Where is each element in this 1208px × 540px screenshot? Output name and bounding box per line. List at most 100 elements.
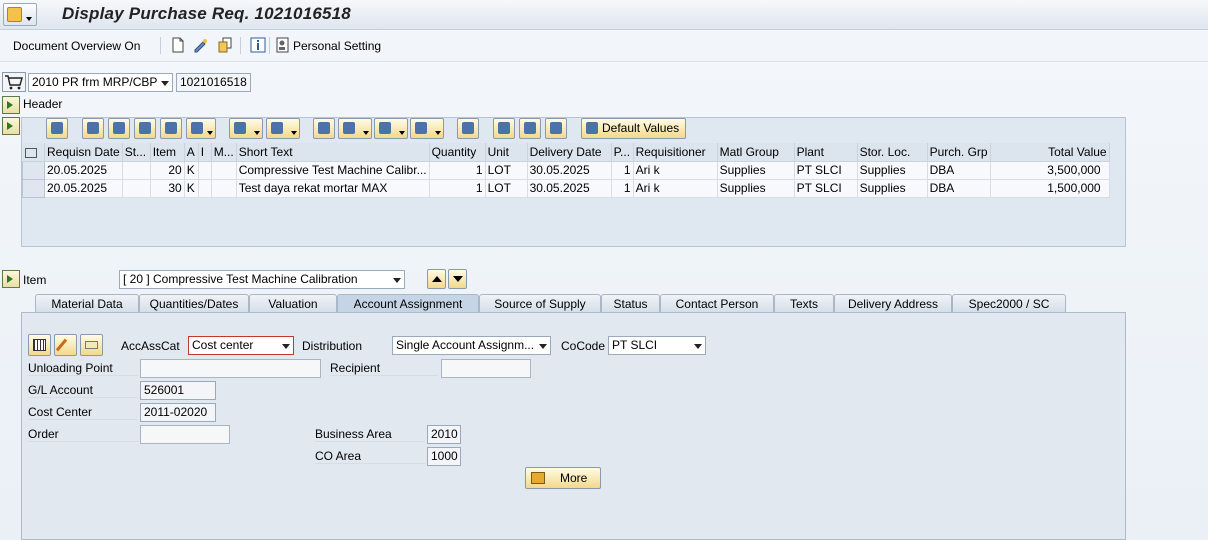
tab-spec2000[interactable]: Spec2000 / SC [952,294,1066,313]
pr-number-field[interactable]: 1021016518 [176,73,251,92]
column-header[interactable]: M... [211,143,237,162]
sort-descending-button[interactable] [108,118,130,139]
table-cell[interactable]: DBA [927,179,991,198]
table-cell[interactable]: 20 [150,161,185,180]
views-button[interactable] [338,118,372,139]
column-header[interactable]: Plant [794,143,858,162]
multiple-account-button[interactable] [28,334,51,356]
table-cell[interactable]: Compressive Test Machine Calibr... [236,161,430,180]
edit-account-button[interactable] [54,334,77,356]
sort-ascending-button[interactable] [82,118,104,139]
item-select[interactable]: [ 20 ] Compressive Test Machine Calibrat… [119,270,405,289]
column-header[interactable]: Matl Group [717,143,795,162]
table-cell[interactable] [198,161,212,180]
default-values-button[interactable]: Default Values [581,118,686,139]
tab-quantities-dates[interactable]: Quantities/Dates [139,294,249,313]
info-icon[interactable] [250,37,266,53]
find-next-button[interactable] [160,118,182,139]
column-header[interactable]: Requisitioner [633,143,718,162]
column-header[interactable]: Delivery Date [527,143,612,162]
table-cell[interactable]: PT SLCI [794,179,858,198]
column-header[interactable]: Item [150,143,185,162]
delete-row-button[interactable] [545,118,567,139]
table-cell[interactable] [122,179,151,198]
column-header[interactable]: Total Value [990,143,1110,162]
personal-setting-icon[interactable] [275,37,291,53]
tab-account-assignment[interactable]: Account Assignment [337,294,479,314]
column-header[interactable]: Short Text [236,143,430,162]
document-overview-button[interactable]: Document Overview On [13,39,140,53]
table-cell[interactable]: DBA [927,161,991,180]
table-cell[interactable]: LOT [485,161,528,180]
table-cell[interactable]: 1 [429,179,486,198]
table-cell[interactable]: Ari k [633,179,718,198]
edit-display-icon[interactable] [193,37,209,53]
table-cell[interactable]: Supplies [717,179,795,198]
column-header[interactable]: A [184,143,199,162]
find-button[interactable] [134,118,156,139]
accasscat-select[interactable]: Cost center [188,336,294,355]
change-row-button[interactable] [519,118,541,139]
table-cell[interactable]: LOT [485,179,528,198]
collapse-items-icon[interactable] [2,117,20,135]
table-cell[interactable]: 3,500,000 [990,161,1110,180]
system-menu-button[interactable] [3,3,37,26]
sum-button[interactable] [229,118,263,139]
tab-material-data[interactable]: Material Data [35,294,139,313]
tab-source-of-supply[interactable]: Source of Supply [479,294,601,313]
export-button[interactable] [374,118,408,139]
document-type-select[interactable]: 2010 PR frm MRP/CBP [28,73,173,92]
previous-item-button[interactable] [427,269,446,289]
layout-button[interactable] [410,118,444,139]
print-button[interactable] [313,118,335,139]
gl-account-field[interactable]: 526001 [140,381,216,400]
tab-status[interactable]: Status [601,294,660,313]
table-cell[interactable]: 1 [611,179,634,198]
table-cell[interactable]: 30.05.2025 [527,161,612,180]
business-area-field[interactable]: 2010 [427,425,461,444]
table-cell[interactable]: Test daya rekat mortar MAX [236,179,430,198]
filter-button[interactable] [186,118,216,139]
column-header[interactable]: St... [122,143,151,162]
co-area-field[interactable]: 1000 [427,447,461,466]
table-cell[interactable] [122,161,151,180]
order-field[interactable] [140,425,230,444]
shopping-cart-icon[interactable] [2,72,26,92]
select-all-cell[interactable] [22,143,45,162]
table-cell[interactable]: 1 [429,161,486,180]
table-cell[interactable]: Supplies [717,161,795,180]
subtotal-button[interactable] [266,118,300,139]
tab-delivery-address[interactable]: Delivery Address [834,294,952,313]
table-cell[interactable] [198,179,212,198]
table-cell[interactable]: Ari k [633,161,718,180]
table-cell[interactable]: PT SLCI [794,161,858,180]
table-cell[interactable]: Supplies [857,179,928,198]
personal-setting-button[interactable]: Personal Setting [293,39,381,53]
copy-row-button[interactable] [493,118,515,139]
table-cell[interactable]: Supplies [857,161,928,180]
collapse-item-detail-icon[interactable] [2,270,20,288]
details-button[interactable] [46,118,68,139]
table-row[interactable]: 20.05.2025 30 K Test daya rekat mortar M… [22,178,1110,198]
column-header[interactable]: Unit [485,143,528,162]
row-selector[interactable] [22,160,45,180]
table-cell[interactable]: 20.05.2025 [44,179,123,198]
table-cell[interactable]: 30 [150,179,185,198]
table-cell[interactable] [211,179,237,198]
table-cell[interactable]: K [184,161,199,180]
column-header[interactable]: Requisn Date [44,143,123,162]
cost-center-field[interactable]: 2011-02020 [140,403,216,422]
table-cell[interactable]: 20.05.2025 [44,161,123,180]
table-cell[interactable] [211,161,237,180]
column-header[interactable]: Purch. Grp [927,143,991,162]
table-cell[interactable]: 1 [611,161,634,180]
column-header[interactable]: Stor. Loc. [857,143,928,162]
table-cell[interactable]: 1,500,000 [990,179,1110,198]
tab-contact-person[interactable]: Contact Person [660,294,774,313]
table-row[interactable]: 20.05.2025 20 K Compressive Test Machine… [22,160,1110,180]
table-cell[interactable]: 30.05.2025 [527,179,612,198]
column-header[interactable]: Quantity [429,143,486,162]
next-item-button[interactable] [448,269,467,289]
column-header[interactable]: I [198,143,212,162]
account-details-button[interactable] [80,334,103,356]
